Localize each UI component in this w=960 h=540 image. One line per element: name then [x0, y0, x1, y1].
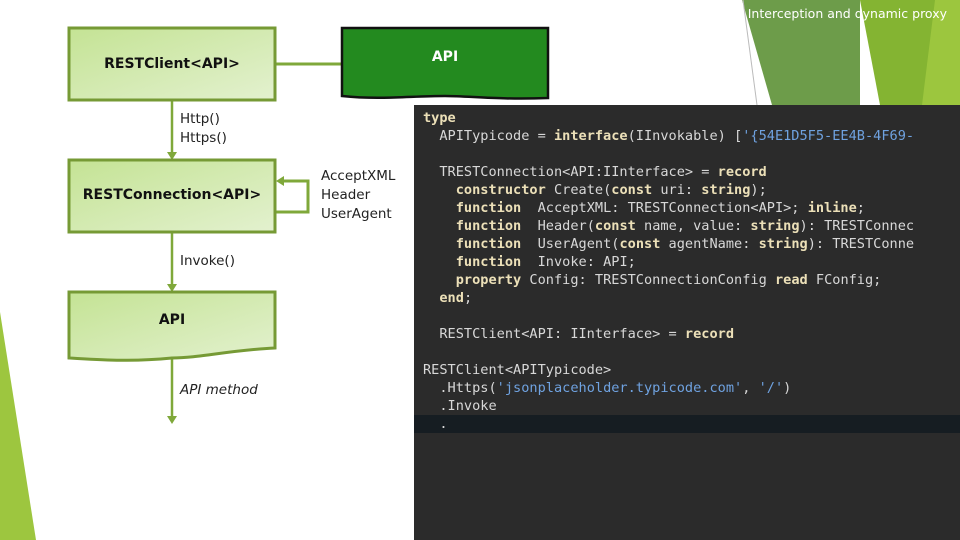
code-string: '{54E1D5F5-EE4B-4F69-	[742, 128, 915, 144]
header-label: Header	[321, 187, 371, 203]
code-text: ;	[856, 200, 865, 216]
code-keyword: end	[439, 290, 464, 306]
code-text: RESTClient<API: IInterface> =	[423, 326, 685, 342]
code-keyword: type	[423, 110, 456, 126]
code-keyword: string	[758, 236, 808, 252]
code-keyword: function	[455, 218, 522, 234]
invoke-label: Invoke()	[180, 253, 235, 269]
code-line: property Config: TRESTConnectionConfig r…	[423, 271, 914, 289]
code-text: FConfig;	[807, 272, 882, 288]
code-line: type	[423, 109, 914, 127]
code-line: function Invoke: API;	[423, 253, 914, 271]
https-method-label: Https()	[180, 130, 227, 146]
code-line: end;	[423, 289, 914, 307]
code-line: RESTClient<APITypicode>	[423, 361, 914, 379]
code-text: ): TRESTConnec	[799, 218, 915, 234]
code-editor[interactable]: type APITypicode = interface(IInvokable)…	[414, 105, 960, 540]
code-keyword: record	[684, 326, 735, 342]
code-line: .	[423, 415, 914, 433]
code-keyword: constructor	[455, 182, 546, 198]
code-text: ;	[463, 290, 473, 306]
code-keyword: function	[455, 200, 522, 216]
code-text: .Https(	[423, 380, 497, 396]
code-line: function UserAgent(const agentName: stri…	[423, 235, 914, 253]
code-text: Invoke: API;	[521, 254, 636, 270]
decor-left-triangle	[0, 312, 36, 540]
arrowhead	[167, 416, 177, 424]
code-text: Header(	[521, 218, 595, 234]
code-keyword: const	[594, 218, 636, 234]
http-method-label: Http()	[180, 111, 220, 127]
code-line: .Https('jsonplaceholder.typicode.com', '…	[423, 379, 914, 397]
code-keyword: property	[455, 272, 522, 288]
code-text: UserAgent(	[521, 236, 620, 252]
code-text: (IInvokable) [	[627, 128, 743, 144]
code-text: name, value:	[635, 218, 751, 234]
code-text: agentName:	[660, 236, 759, 252]
code-text: Config: TRESTConnectionConfig	[521, 272, 775, 288]
code-keyword: function	[455, 236, 522, 252]
code-line: function AcceptXML: TRESTConnection<API>…	[423, 199, 914, 217]
code-keyword: string	[750, 218, 800, 234]
useragent-label: UserAgent	[321, 206, 392, 222]
self-loop-connector	[275, 179, 310, 214]
code-line: constructor Create(const uri: string);	[423, 181, 914, 199]
code-keyword: record	[717, 164, 767, 180]
api-method-label: API method	[180, 382, 258, 398]
code-lines: type APITypicode = interface(IInvokable)…	[423, 109, 914, 433]
slide-title: Interception and dynamic proxy	[747, 6, 947, 21]
code-text: )	[783, 380, 792, 396]
code-text: uri:	[652, 182, 702, 198]
code-line: function Header(const name, value: strin…	[423, 217, 914, 235]
api-top-label: API	[431, 49, 459, 65]
code-text: RESTClient<APITypicode>	[423, 362, 612, 378]
api-box-label: API	[158, 312, 186, 328]
code-line: .Invoke	[423, 397, 914, 415]
code-keyword: function	[455, 254, 522, 270]
code-string: 'jsonplaceholder.typicode.com'	[496, 380, 743, 396]
rest-connection-label: RESTConnection<API>	[82, 187, 262, 203]
code-keyword: const	[611, 182, 653, 198]
arrowhead	[276, 176, 284, 186]
code-keyword: read	[774, 272, 808, 288]
code-line: TRESTConnection<API:IInterface> = record	[423, 163, 914, 181]
code-line: RESTClient<API: IInterface> = record	[423, 325, 914, 343]
code-text: AcceptXML: TRESTConnection<API>;	[521, 200, 808, 216]
code-keyword: inline	[807, 200, 857, 216]
code-keyword: interface	[553, 128, 628, 144]
http-label: Http() Https()	[180, 110, 227, 148]
acceptxml-label: AcceptXML	[321, 168, 396, 184]
code-keyword: const	[619, 236, 661, 252]
code-line: APITypicode = interface(IInvokable) ['{5…	[423, 127, 914, 145]
code-text: .Invoke	[423, 398, 497, 414]
code-keyword: string	[701, 182, 751, 198]
code-text: ): TRESTConne	[807, 236, 915, 252]
code-text: ,	[742, 380, 759, 396]
rest-client-label: RESTClient<API>	[104, 56, 240, 72]
code-text: APITypicode =	[423, 128, 554, 144]
code-text: TRESTConnection<API:IInterface> =	[423, 164, 718, 180]
code-string: '/'	[758, 380, 784, 396]
code-text: );	[750, 182, 767, 198]
code-text: Create(	[545, 182, 612, 198]
self-loop-labels: AcceptXML Header UserAgent	[321, 167, 395, 224]
code-text: .	[423, 416, 448, 432]
